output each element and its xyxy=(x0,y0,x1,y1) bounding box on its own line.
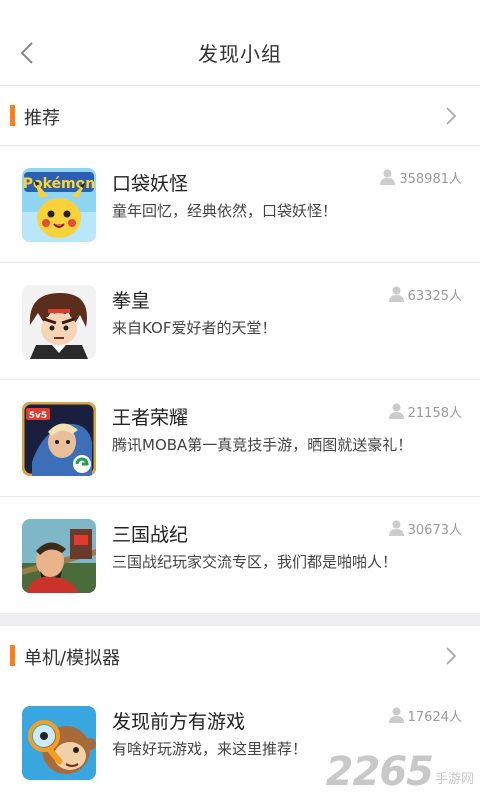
honor-of-kings-thumbnail-icon: 5v5 xyxy=(22,402,96,476)
group-item-pokemon[interactable]: Pokémon 口袋妖怪 童年回忆，经典依然，口袋妖怪！ 358981人 xyxy=(0,146,480,263)
three-kingdoms-thumbnail-icon xyxy=(22,519,96,593)
group-description: 腾讯MOBA第一真竞技手游，晒图就送豪礼！ xyxy=(112,436,413,454)
section-title: 推荐 xyxy=(24,108,60,129)
group-name: 王者荣耀 xyxy=(112,407,189,429)
watermark-text: 手游网 xyxy=(434,772,474,787)
group-description: 有啥好玩游戏，来这里推荐！ xyxy=(112,740,308,758)
person-icon xyxy=(388,286,404,302)
group-item-honor-of-kings[interactable]: 5v5 王者荣耀 腾讯MOBA第一真竞技手游，晒图就送豪礼！ 21158人 xyxy=(0,380,480,497)
top-bar: 发现小组 xyxy=(0,0,480,86)
member-count-text: 63325人 xyxy=(407,288,462,304)
section-accent-bar xyxy=(10,645,15,666)
member-count: 17624人 xyxy=(388,706,462,725)
group-name: 发现前方有游戏 xyxy=(112,711,246,733)
section-more-button[interactable] xyxy=(444,105,458,127)
member-count: 21158人 xyxy=(388,402,462,421)
group-description: 来自KOF爱好者的天堂！ xyxy=(112,319,277,337)
section-title: 单机/模拟器 xyxy=(24,648,121,669)
chevron-right-icon xyxy=(446,647,457,665)
group-item-kof[interactable]: 拳皇 来自KOF爱好者的天堂！ 63325人 xyxy=(0,263,480,380)
person-icon xyxy=(380,169,396,185)
section-accent-bar xyxy=(10,105,15,126)
member-count-text: 30673人 xyxy=(407,522,462,538)
member-count: 63325人 xyxy=(388,285,462,304)
group-description: 三国战纪玩家交流专区，我们都是啪啪人！ xyxy=(112,553,398,571)
chevron-right-icon xyxy=(446,107,457,125)
page-title: 发现小组 xyxy=(198,42,282,66)
svg-text:5v5: 5v5 xyxy=(29,411,47,421)
member-count-text: 17624人 xyxy=(407,709,462,725)
group-description: 童年回忆，经典依然，口袋妖怪！ xyxy=(112,202,338,220)
member-count: 358981人 xyxy=(380,168,462,187)
group-item-three-kingdoms[interactable]: 三国战纪 三国战纪玩家交流专区，我们都是啪啪人！ 30673人 xyxy=(0,497,480,614)
section-more-button[interactable] xyxy=(444,645,458,667)
group-name: 三国战纪 xyxy=(112,524,189,546)
monkey-magnifier-thumbnail-icon xyxy=(22,706,96,780)
group-name: 口袋妖怪 xyxy=(112,173,189,195)
member-count: 30673人 xyxy=(388,519,462,538)
member-count-text: 21158人 xyxy=(407,405,462,421)
person-icon xyxy=(388,403,404,419)
pokemon-thumbnail-icon: Pokémon xyxy=(22,168,96,242)
section-divider xyxy=(0,614,480,626)
group-name: 拳皇 xyxy=(112,290,151,312)
site-watermark: 2265 手游网 xyxy=(326,752,474,792)
member-count-text: 358981人 xyxy=(399,171,462,187)
person-icon xyxy=(388,707,404,723)
section-header-recommended[interactable]: 推荐 xyxy=(0,86,480,146)
section-header-standalone-emulator[interactable]: 单机/模拟器 xyxy=(0,626,480,686)
watermark-digits: 2265 xyxy=(325,749,434,795)
kof-thumbnail-icon xyxy=(22,285,96,359)
person-icon xyxy=(388,520,404,536)
